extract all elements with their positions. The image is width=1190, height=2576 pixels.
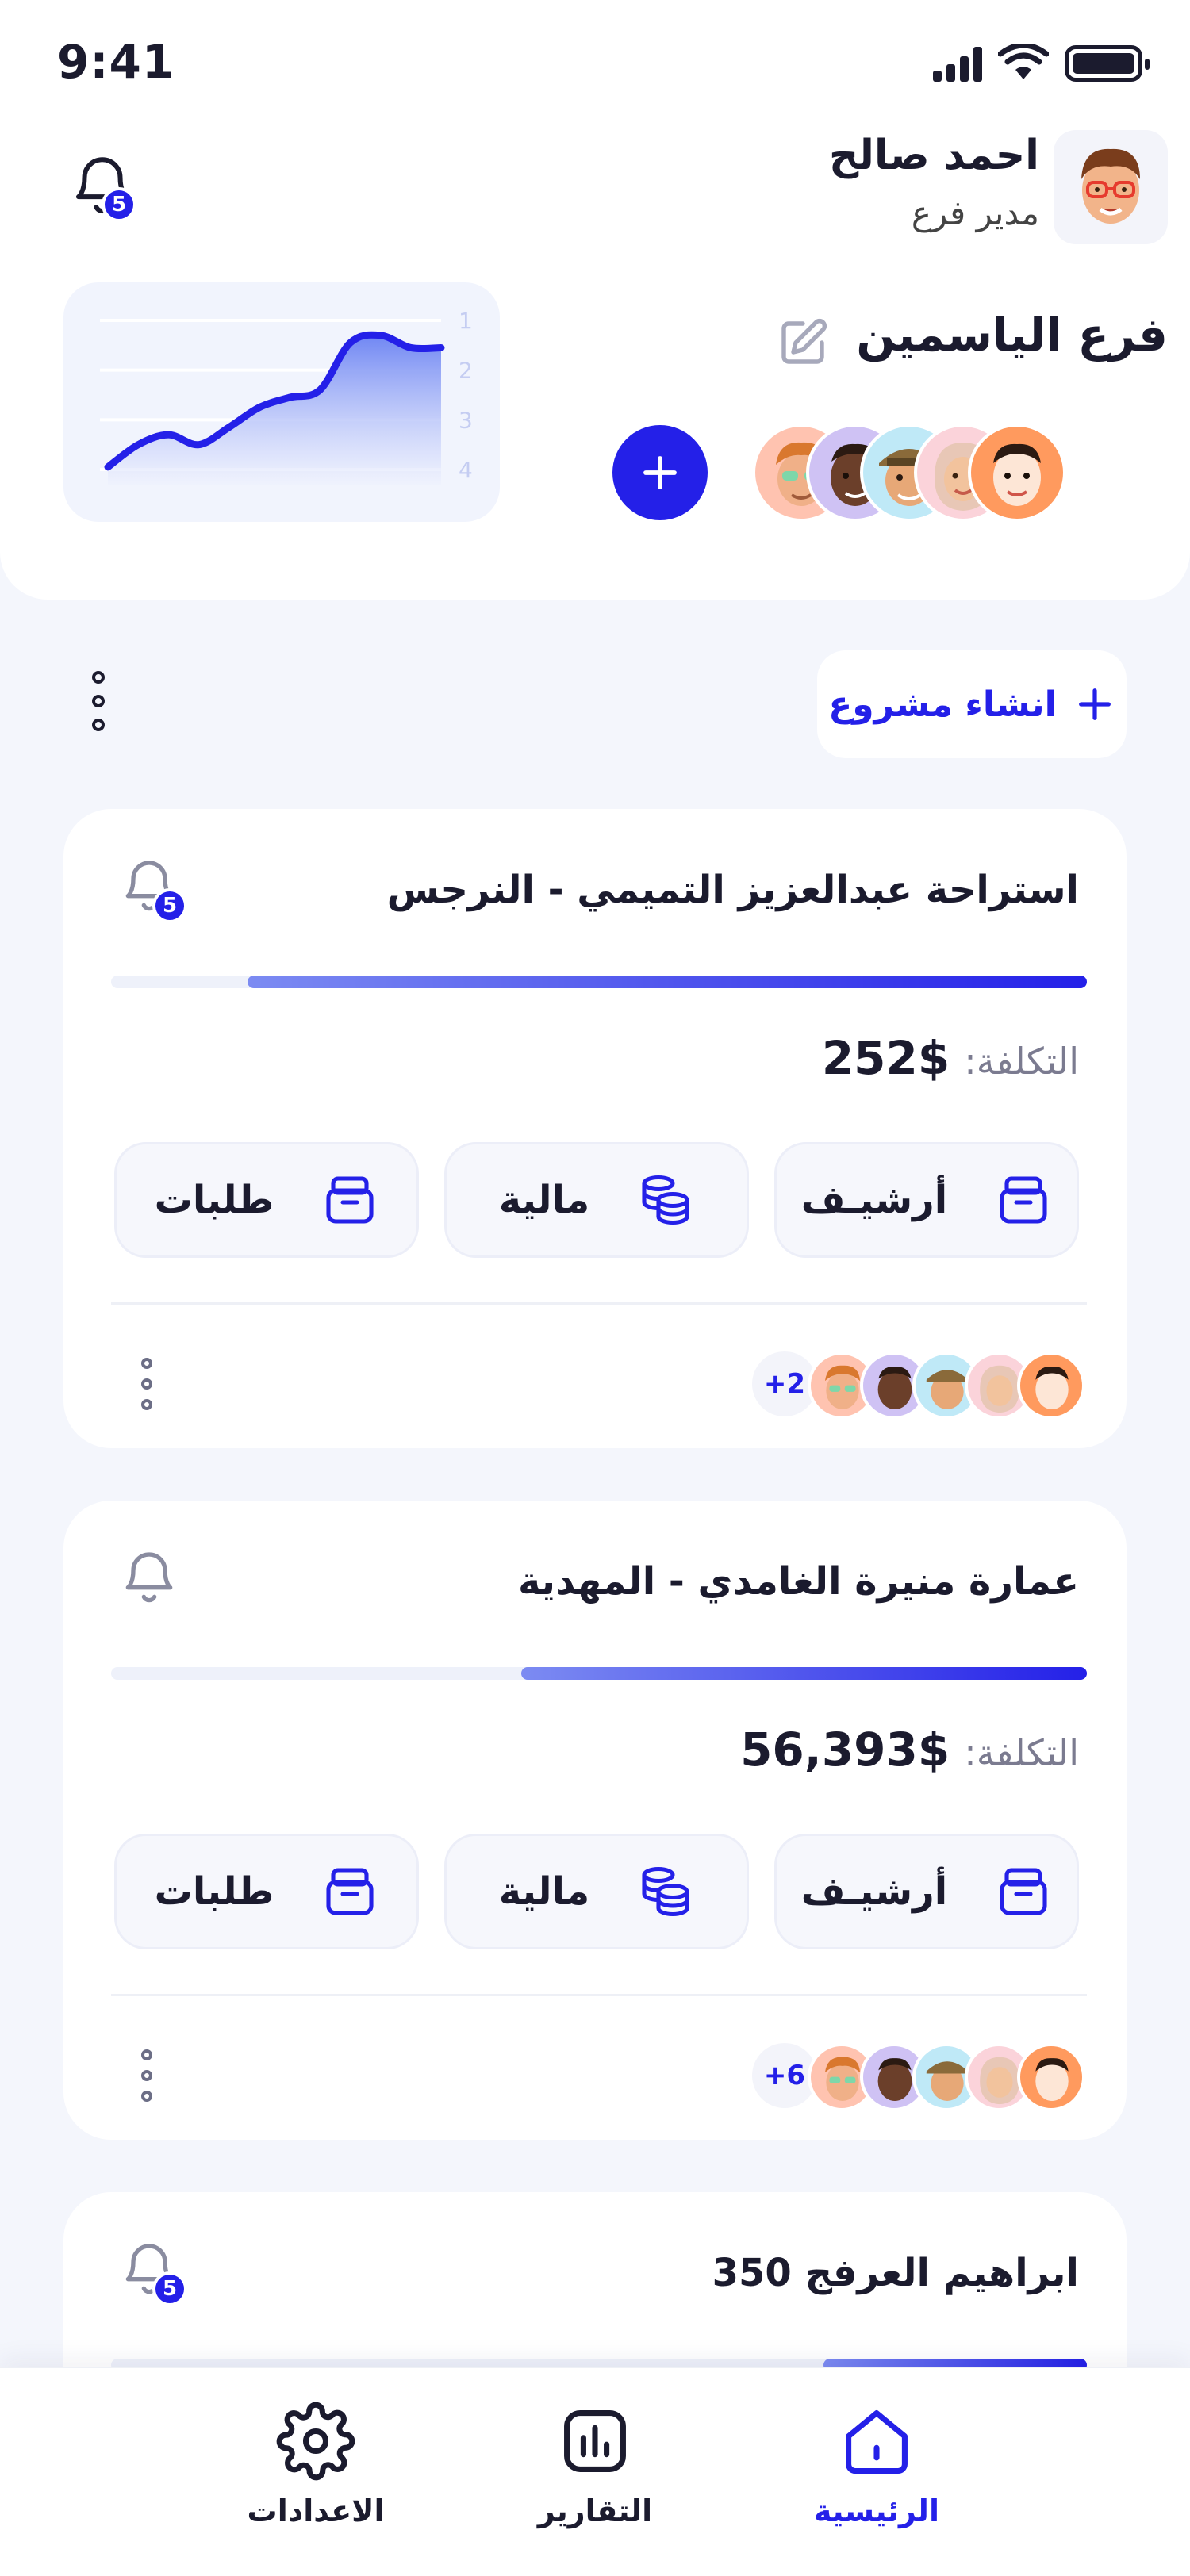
cost-label: التكلفة: bbox=[964, 1731, 1079, 1774]
cost-value: 56,393$ bbox=[740, 1723, 950, 1777]
more-options-button[interactable] bbox=[92, 671, 105, 731]
plus-icon bbox=[643, 456, 677, 489]
chart-tick-label: 2 bbox=[459, 358, 473, 384]
project-more-button[interactable] bbox=[141, 2049, 152, 2102]
requests-button[interactable]: طلبات bbox=[114, 1834, 419, 1949]
divider bbox=[111, 1302, 1087, 1305]
notifications-button[interactable]: 5 bbox=[67, 151, 146, 230]
wifi-icon bbox=[998, 44, 1049, 79]
tray-icon bbox=[326, 1176, 374, 1224]
project-card[interactable]: عمارة منيرة الغامدي - المهدية التكلفة: 5… bbox=[63, 1501, 1127, 2140]
status-time: 9:41 bbox=[57, 35, 175, 89]
tray-icon bbox=[326, 1868, 374, 1915]
nav-settings[interactable]: الاعدادات bbox=[221, 2402, 411, 2528]
nav-home[interactable]: الرئيسية bbox=[781, 2402, 972, 2528]
project-notifications-button[interactable]: 5 bbox=[117, 855, 189, 926]
progress-bar bbox=[111, 976, 1087, 988]
chart-area bbox=[108, 335, 441, 485]
battery-icon bbox=[1065, 45, 1150, 82]
notification-badge: 5 bbox=[152, 2271, 187, 2306]
cost-value: 252$ bbox=[821, 1031, 950, 1085]
finance-button[interactable]: مالية bbox=[444, 1142, 749, 1258]
branch-title: فرع الياسمين bbox=[856, 308, 1168, 362]
finance-button[interactable]: مالية bbox=[444, 1834, 749, 1949]
project-title: عمارة منيرة الغامدي - المهدية bbox=[517, 1559, 1079, 1604]
user-name: احمد صالح bbox=[828, 132, 1039, 179]
project-title: ابراهيم العرفج 350 bbox=[712, 2251, 1079, 2295]
requests-label: طلبات bbox=[154, 1178, 274, 1222]
branch-chart-svg: 1 2 3 4 bbox=[100, 308, 473, 485]
user-role: مدير فرع bbox=[911, 194, 1039, 232]
progress-bar bbox=[111, 1667, 1087, 1680]
finance-label: مالية bbox=[498, 1178, 590, 1222]
plus-icon bbox=[1078, 688, 1111, 720]
home-icon bbox=[846, 2410, 908, 2474]
nav-settings-label: الاعدادات bbox=[247, 2494, 385, 2528]
coins-icon bbox=[642, 1866, 689, 1917]
archive-button[interactable]: أرشيـف bbox=[774, 1142, 1079, 1258]
user-memoji-icon bbox=[1081, 148, 1140, 224]
cost-label: التكلفة: bbox=[964, 1040, 1079, 1083]
progress-fill bbox=[248, 976, 1087, 988]
team-avatar bbox=[968, 424, 1066, 522]
archive-icon bbox=[1000, 1868, 1047, 1915]
chart-tick-label: 1 bbox=[459, 308, 473, 334]
archive-button[interactable]: أرشيـف bbox=[774, 1834, 1079, 1949]
project-cost: التكلفة: 252$ bbox=[822, 1031, 1079, 1085]
bell-icon bbox=[125, 1552, 173, 1603]
create-project-button[interactable]: انشاء مشروع bbox=[817, 650, 1127, 758]
notification-badge: 5 bbox=[152, 888, 187, 923]
avatar[interactable] bbox=[1054, 130, 1168, 244]
archive-label: أرشيـف bbox=[800, 1869, 948, 1914]
nav-reports[interactable]: التقارير bbox=[500, 2402, 690, 2528]
finance-label: مالية bbox=[498, 1869, 590, 1914]
archive-icon bbox=[1000, 1176, 1047, 1224]
project-more-button[interactable] bbox=[141, 1358, 152, 1410]
edit-branch-button[interactable] bbox=[774, 314, 831, 371]
requests-button[interactable]: طلبات bbox=[114, 1142, 419, 1258]
project-title: استراحة عبدالعزيز التميمي - النرجس bbox=[386, 868, 1079, 912]
edit-icon bbox=[781, 319, 827, 364]
notification-badge: 5 bbox=[102, 187, 136, 222]
gear-icon bbox=[276, 2402, 355, 2481]
create-project-label: انشاء مشروع bbox=[828, 684, 1057, 725]
member-avatar bbox=[1017, 2043, 1085, 2111]
branch-chart: 1 2 3 4 bbox=[63, 282, 500, 522]
status-icons bbox=[933, 40, 1150, 87]
bottom-nav: الرئيسية التقارير الاعدادات bbox=[0, 2367, 1190, 2576]
member-avatar bbox=[1017, 1351, 1085, 1420]
archive-label: أرشيـف bbox=[800, 1178, 948, 1222]
nav-reports-label: التقارير bbox=[537, 2494, 653, 2528]
progress-fill bbox=[520, 1667, 1087, 1680]
coins-icon bbox=[642, 1175, 689, 1225]
signal-icon bbox=[933, 45, 982, 82]
reports-icon bbox=[564, 2410, 626, 2472]
requests-label: طلبات bbox=[154, 1869, 274, 1914]
project-notifications-button[interactable]: 5 bbox=[117, 2238, 189, 2310]
divider bbox=[111, 1994, 1087, 1996]
project-card[interactable]: استراحة عبدالعزيز التميمي - النرجس 5 الت… bbox=[63, 809, 1127, 1448]
nav-home-label: الرئيسية bbox=[814, 2494, 939, 2528]
project-cost: التكلفة: 56,393$ bbox=[740, 1723, 1079, 1777]
chart-tick-label: 3 bbox=[459, 407, 473, 433]
project-notifications-button[interactable] bbox=[117, 1547, 189, 1618]
chart-tick-label: 4 bbox=[459, 457, 473, 483]
add-member-button[interactable] bbox=[612, 425, 708, 520]
